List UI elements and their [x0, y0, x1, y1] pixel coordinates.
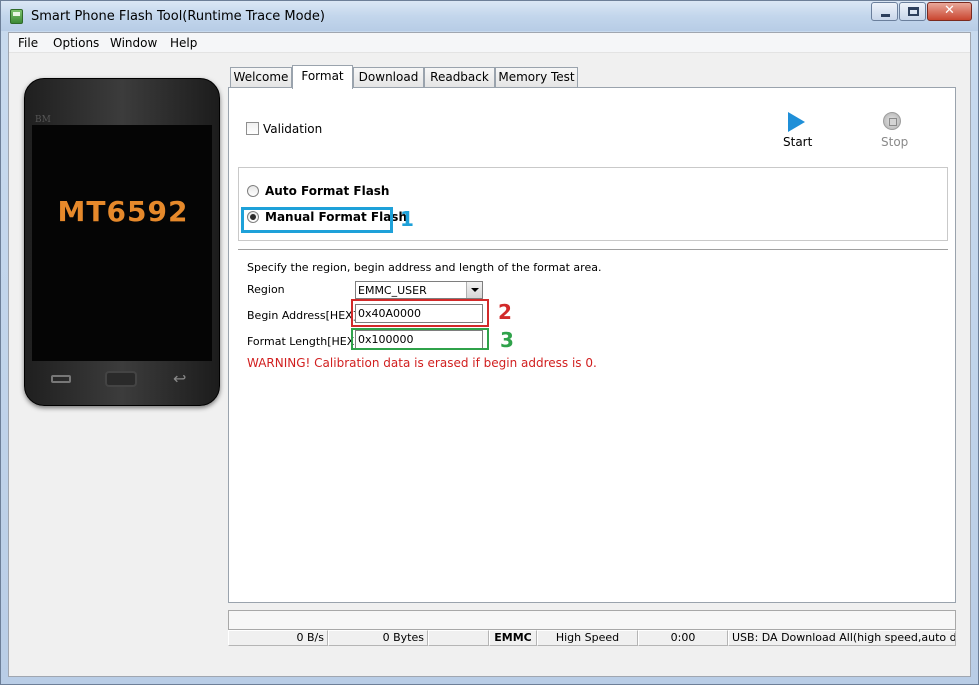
status-usb: USB: DA Download All(high speed,auto det… [728, 630, 956, 646]
highlight-box-1 [241, 207, 393, 233]
region-value: EMMC_USER [358, 284, 427, 297]
tab-readback[interactable]: Readback [424, 67, 495, 88]
auto-format-label[interactable]: Auto Format Flash [265, 184, 389, 198]
back-key-icon: ↩ [173, 369, 187, 388]
auto-format-radio[interactable] [247, 185, 259, 197]
app-window: Smart Phone Flash Tool(Runtime Trace Mod… [0, 0, 979, 685]
marker-1: 1 [400, 207, 414, 231]
region-select[interactable]: EMMC_USER [355, 281, 483, 299]
status-empty [428, 630, 489, 646]
stop-icon [883, 112, 901, 130]
minimize-button[interactable] [871, 2, 898, 21]
menu-help[interactable]: Help [170, 36, 197, 50]
menu-key-icon [51, 375, 71, 383]
marker-3: 3 [500, 328, 514, 352]
window-controls: ✕ [870, 2, 972, 21]
chip-label: MT6592 [57, 195, 189, 228]
phone-illustration: BM MT6592 ↩ [24, 78, 220, 406]
close-icon: ✕ [944, 3, 955, 18]
client-area: File Options Window Help BM MT6592 ↩ Wel… [8, 32, 971, 677]
format-length-label: Format Length[HEX]: [247, 335, 363, 348]
app-icon [10, 9, 23, 24]
phone-screen [32, 125, 212, 361]
maximize-button[interactable] [899, 2, 926, 21]
status-mode: High Speed [537, 630, 638, 646]
status-speed: 0 B/s [228, 630, 328, 646]
menu-file[interactable]: File [18, 36, 38, 50]
divider [238, 249, 948, 251]
window-title: Smart Phone Flash Tool(Runtime Trace Mod… [31, 9, 325, 24]
stop-button: Stop [881, 135, 909, 149]
marker-2: 2 [498, 300, 512, 324]
menu-options[interactable]: Options [53, 36, 99, 50]
maximize-icon [908, 7, 919, 16]
begin-address-label: Begin Address[HEX]: [247, 309, 361, 322]
start-icon[interactable] [788, 112, 805, 132]
format-panel: Validation Start Stop Auto Format Flash … [228, 87, 956, 603]
menu-bar: File Options Window Help [9, 33, 970, 53]
highlight-box-3 [351, 328, 489, 350]
warning-text: WARNING! Calibration data is erased if b… [247, 356, 597, 370]
tab-memory-test[interactable]: Memory Test [495, 67, 578, 88]
progress-bar [228, 610, 956, 630]
tab-welcome[interactable]: Welcome [230, 67, 292, 88]
start-button[interactable]: Start [783, 135, 812, 149]
tab-download[interactable]: Download [353, 67, 424, 88]
validation-label: Validation [263, 122, 323, 136]
phone-brand-mark: BM [35, 115, 51, 125]
validation-checkbox[interactable] [246, 122, 259, 135]
highlight-box-2 [351, 299, 489, 327]
home-key-icon [105, 371, 137, 387]
region-label: Region [247, 283, 285, 296]
status-storage: EMMC [489, 630, 537, 646]
minimize-icon [881, 14, 890, 17]
tab-format[interactable]: Format [292, 65, 353, 89]
title-bar[interactable]: Smart Phone Flash Tool(Runtime Trace Mod… [1, 1, 978, 31]
status-time: 0:00 [638, 630, 728, 646]
chevron-down-icon[interactable] [466, 282, 482, 298]
status-bar: 0 B/s 0 Bytes EMMC High Speed 0:00 USB: … [228, 630, 956, 646]
menu-window[interactable]: Window [110, 36, 157, 50]
format-description: Specify the region, begin address and le… [247, 261, 602, 274]
status-bytes: 0 Bytes [328, 630, 428, 646]
close-button[interactable]: ✕ [927, 2, 972, 21]
